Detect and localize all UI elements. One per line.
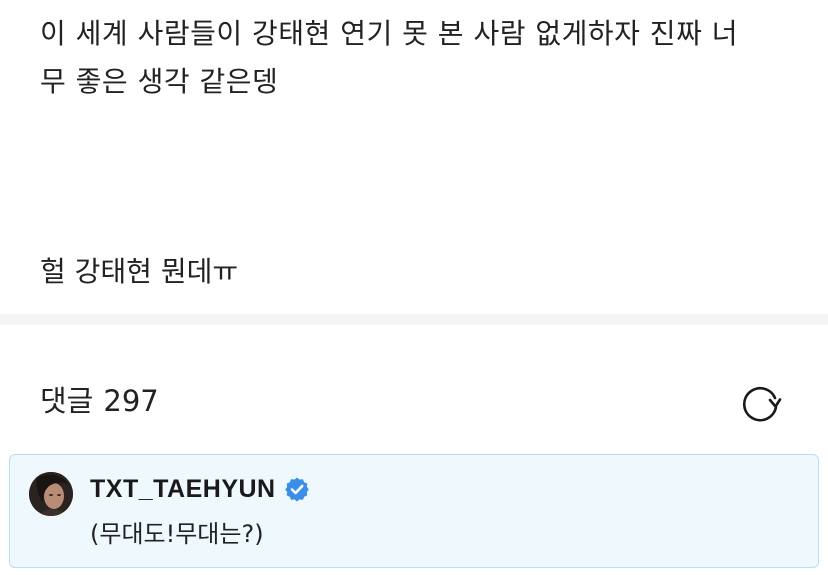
avatar-image bbox=[29, 472, 73, 516]
refresh-icon bbox=[743, 386, 782, 422]
refresh-button[interactable] bbox=[738, 381, 782, 425]
post-text-line-2: 무 좋은 생각 같은뎅 bbox=[40, 65, 279, 98]
comment-author-row: TXT_TAEHYUN bbox=[90, 471, 310, 507]
comments-label-text: 댓글 bbox=[40, 384, 94, 418]
avatar[interactable] bbox=[29, 472, 73, 516]
post-body: 이 세계 사람들이 강태현 연기 못 본 사람 없게하자 진짜 너 무 좋은 생… bbox=[40, 10, 800, 106]
post-extra-text: 헐 강태현 뭔데ㅠ bbox=[40, 255, 239, 288]
comments-count: 297 bbox=[103, 384, 159, 418]
verified-badge-icon bbox=[284, 477, 309, 502]
section-divider bbox=[0, 314, 828, 325]
post-text-line-1: 이 세계 사람들이 강태현 연기 못 본 사람 없게하자 진짜 너 bbox=[40, 17, 738, 50]
comments-count-label: 댓글 297 bbox=[40, 381, 159, 421]
comment-author[interactable]: TXT_TAEHYUN bbox=[90, 475, 276, 504]
comments-header: 댓글 297 bbox=[0, 325, 828, 450]
comment-text: (무대도!무대는?) bbox=[90, 520, 264, 548]
highlighted-comment[interactable]: TXT_TAEHYUN (무대도!무대는?) bbox=[9, 454, 819, 568]
